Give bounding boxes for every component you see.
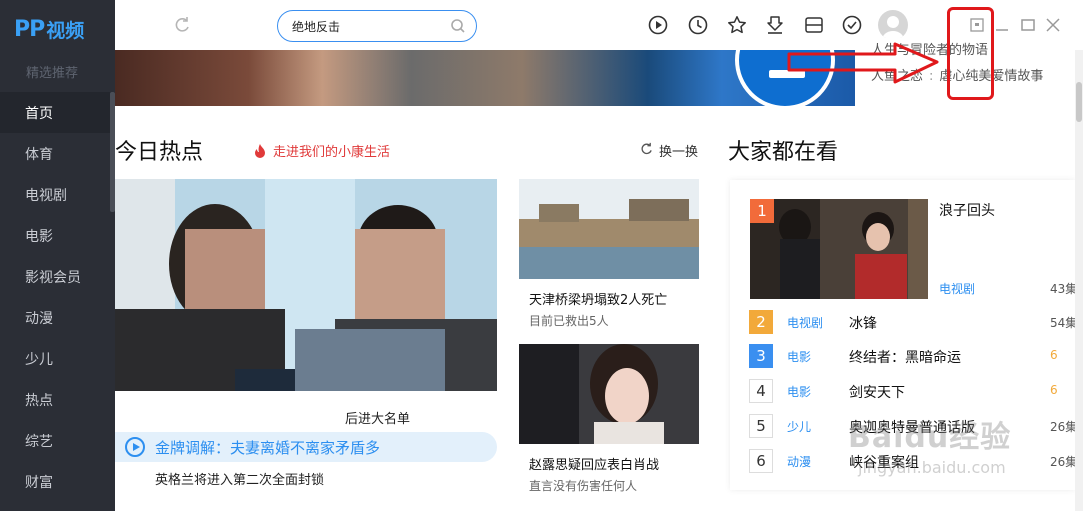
download-icon[interactable] [764,14,786,36]
hero-subtitle-link[interactable]: 英格兰将进入第二次全面封锁 [155,469,324,488]
news-card-thumbnail [519,179,699,279]
hero-video-thumbnail[interactable] [115,179,497,391]
storage-icon[interactable] [803,14,825,36]
sidebar-item-tv[interactable]: 电视剧 [0,174,115,215]
sidebar-item-finance[interactable]: 财富 [0,461,115,502]
play-icon[interactable] [647,14,669,36]
news-card-thumbnail [519,344,699,444]
rank-badge: 4 [749,379,773,403]
watermark-logo: Baidu经验 [848,420,1012,455]
sidebar-item-variety[interactable]: 综艺 [0,420,115,461]
news-card-title: 天津桥梁坍塌致2人死亡 [529,293,668,308]
trending-top-thumbnail[interactable] [750,199,928,299]
trending-item-count: 54集 [1050,316,1075,330]
trending-item-category[interactable]: 动漫 [787,453,811,470]
rank-badge: 6 [749,449,773,473]
hot-promo-text: 走进我们的小康生活 [273,145,391,160]
watermark-url: jingyan.baidu.com [858,458,1006,477]
banner-carousel[interactable] [115,50,855,106]
news-card[interactable]: 赵露思疑回应表白肖战 直言没有伤害任何人 [519,344,699,494]
rank-badge: 1 [750,199,774,223]
trending-item-count: 26集 [1050,420,1075,434]
refresh-icon[interactable] [171,14,193,36]
history-icon[interactable] [687,14,709,36]
sidebar-nav: 首页 体育 电视剧 电影 影视会员 动漫 少儿 热点 综艺 财富 [0,92,115,502]
close-icon[interactable] [1044,16,1062,34]
maximize-icon[interactable] [1019,16,1037,34]
main-scrollbar[interactable] [1075,50,1083,511]
hot-section-title: 今日热点 [115,140,204,165]
hero-play-bar[interactable]: 金牌调解：夫妻离婚不离家矛盾多 [115,432,497,462]
rank-badge: 3 [749,344,773,368]
fire-icon [253,143,267,159]
sidebar-featured-label[interactable]: 精选推荐 [26,62,78,81]
swap-label: 换一换 [659,145,699,160]
news-card[interactable]: 天津桥梁坍塌致2人死亡 目前已救出5人 [519,179,699,329]
news-card-subtitle: 目前已救出5人 [529,314,609,328]
search-box [277,10,477,42]
trending-item-count: 6 [1050,348,1058,362]
hero-caption[interactable]: 后进大名单 [345,408,410,427]
sidebar-item-movie[interactable]: 电影 [0,215,115,256]
annotation-arrow-icon [787,42,939,84]
trending-item-count: 6 [1050,383,1058,397]
scrollbar-thumb[interactable] [1076,82,1082,122]
sidebar-item-home[interactable]: 首页 [0,92,115,133]
avatar[interactable] [878,10,908,40]
swap-button[interactable]: 换一换 [640,141,698,160]
trending-row[interactable]: 3 电影 终结者：黑暗命运 6 [749,344,1075,368]
trending-item-count: 43集 [1050,282,1075,296]
refresh-icon [640,142,653,159]
trending-item-title[interactable]: 浪子回头 [939,200,995,220]
check-icon[interactable] [841,14,863,36]
news-card-subtitle: 直言没有伤害任何人 [529,479,638,493]
sidebar-item-vip[interactable]: 影视会员 [0,256,115,297]
trending-row[interactable]: 2 电视剧 冰锋 54集 [749,310,1075,334]
trending-item-count: 26集 [1050,455,1075,469]
rank-badge: 2 [749,310,773,334]
sidebar: PP 视频 精选推荐 首页 体育 电视剧 电影 影视会员 动漫 少儿 热点 综艺… [0,0,115,511]
hot-promo-link[interactable]: 走进我们的小康生活 [253,141,390,160]
play-circle-icon [125,437,145,457]
sidebar-item-anime[interactable]: 动漫 [0,297,115,338]
search-icon[interactable] [450,18,466,34]
logo-pp-mark: PP [14,16,45,42]
annotation-highlight-box [947,7,994,100]
trending-item-category[interactable]: 电影 [787,348,811,365]
trending-section-title: 大家都在看 [728,140,839,165]
app-logo[interactable]: PP 视频 [14,14,104,44]
rank-badge: 5 [749,414,773,438]
trending-item-category[interactable]: 少儿 [787,418,811,435]
search-input[interactable] [292,19,442,33]
sidebar-item-kids[interactable]: 少儿 [0,338,115,379]
trending-item-category[interactable]: 电视剧 [787,314,823,331]
trending-row[interactable]: 4 电影 剑安天下 6 [749,379,1075,403]
sidebar-item-hot[interactable]: 热点 [0,379,115,420]
sidebar-item-sports[interactable]: 体育 [0,133,115,174]
logo-text: 视频 [46,19,85,42]
trending-item-category[interactable]: 电影 [787,383,811,400]
news-card-title: 赵露思疑回应表白肖战 [529,458,660,473]
trending-item-title: 剑安天下 [849,385,905,401]
trending-item-title: 终结者：黑暗命运 [849,350,961,366]
trending-item-title: 冰锋 [849,316,877,332]
minimize-icon[interactable] [993,16,1011,34]
hero-pill-title: 金牌调解：夫妻离婚不离家矛盾多 [155,438,381,457]
trending-item-category[interactable]: 电视剧 [939,280,975,297]
star-icon[interactable] [726,14,748,36]
